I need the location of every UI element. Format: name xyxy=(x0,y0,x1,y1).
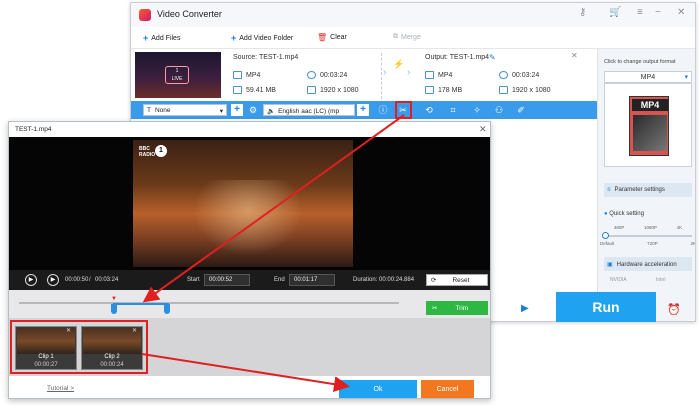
arrow-to-ok-button xyxy=(141,353,350,393)
arrow-to-trim-handles xyxy=(142,114,405,303)
annotation-arrows xyxy=(141,114,405,393)
